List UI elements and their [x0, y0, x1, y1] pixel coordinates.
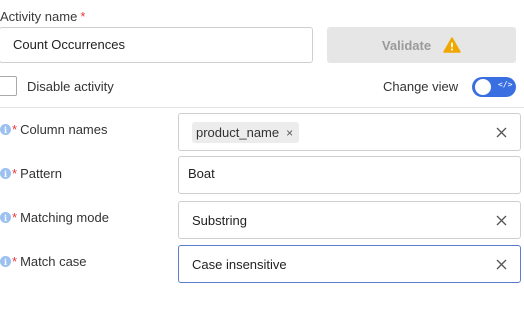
disable-activity-label: Disable activity [27, 79, 114, 94]
matching-mode-select[interactable]: Substring [178, 201, 521, 239]
activity-name-input[interactable]: Count Occurrences [0, 27, 313, 63]
code-icon: </> [498, 80, 513, 89]
column-names-label: i * Column names [0, 122, 108, 137]
info-icon[interactable]: i [0, 124, 11, 135]
change-view-label: Change view [383, 79, 459, 94]
pattern-input[interactable]: Boat [178, 156, 521, 194]
info-icon[interactable]: i [0, 168, 11, 179]
column-chip-label: product_name [196, 125, 280, 140]
section-divider [0, 107, 524, 108]
column-names-label-text: Column names [20, 122, 108, 137]
match-case-label: i * Match case [0, 254, 87, 269]
pattern-label: i * Pattern [0, 166, 62, 181]
clear-icon[interactable] [496, 259, 507, 270]
change-view-toggle[interactable]: </> [472, 77, 516, 97]
clear-icon[interactable] [496, 127, 507, 138]
required-mark: * [12, 122, 18, 137]
match-case-select[interactable]: Case insensitive [178, 245, 521, 283]
required-mark: * [12, 254, 18, 269]
pattern-label-text: Pattern [20, 166, 62, 181]
activity-name-value: Count Occurrences [13, 37, 125, 52]
info-icon[interactable]: i [0, 212, 11, 223]
pattern-value: Boat [188, 166, 215, 181]
match-case-label-text: Match case [20, 254, 87, 269]
required-mark: * [80, 9, 86, 24]
activity-form: Activity name * Count Occurrences Validat… [0, 0, 524, 323]
required-mark: * [12, 210, 18, 225]
info-icon[interactable]: i [0, 256, 11, 267]
validate-button-label: Validate [381, 37, 432, 53]
match-case-value: Case insensitive [192, 257, 287, 272]
warning-triangle-icon [443, 37, 461, 53]
matching-mode-value: Substring [192, 213, 247, 228]
column-names-select[interactable]: product_name × [178, 113, 521, 151]
matching-mode-label: i * Matching mode [0, 210, 109, 225]
activity-name-label: Activity name * [0, 9, 85, 24]
chip-remove-icon[interactable]: × [286, 126, 293, 140]
column-chip: product_name × [192, 122, 300, 143]
activity-name-label-text: Activity name [0, 9, 78, 24]
toggle-knob [475, 79, 491, 95]
clear-icon[interactable] [496, 215, 507, 226]
matching-mode-label-text: Matching mode [20, 210, 109, 225]
validate-button[interactable]: Validate [327, 27, 516, 63]
disable-activity-checkbox[interactable] [0, 76, 17, 96]
required-mark: * [12, 166, 18, 181]
